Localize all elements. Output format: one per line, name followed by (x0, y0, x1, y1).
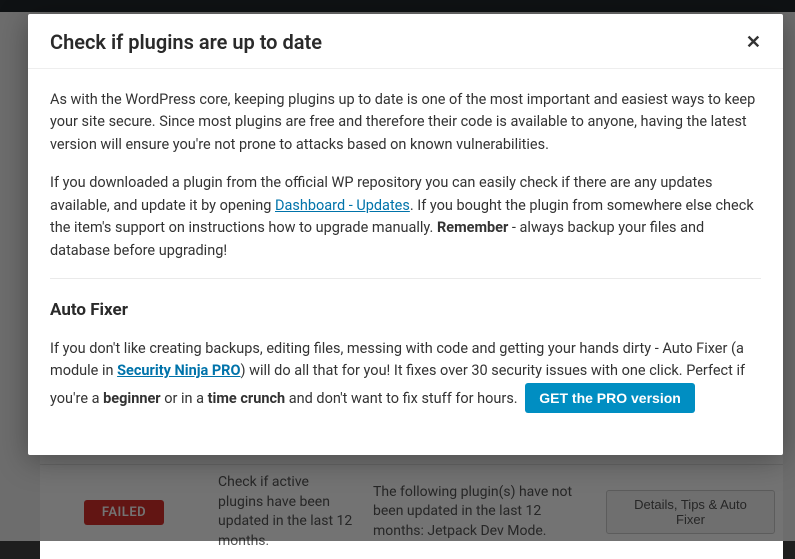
modal-body: As with the WordPress core, keeping plug… (28, 69, 783, 455)
auto-fixer-heading: Auto Fixer (50, 297, 761, 323)
security-ninja-pro-link[interactable]: Security Ninja PRO (117, 362, 240, 379)
text-fragment: and don't want to fix stuff for hours. (285, 390, 521, 407)
modal-paragraph: As with the WordPress core, keeping plug… (50, 89, 761, 156)
text-fragment: or in a (161, 390, 208, 407)
divider (50, 278, 761, 279)
emphasis: Remember (437, 219, 508, 236)
modal-title: Check if plugins are up to date (50, 30, 322, 54)
modal-header: Check if plugins are up to date ✕ (28, 14, 783, 69)
modal-dialog: Check if plugins are up to date ✕ As wit… (28, 14, 783, 455)
modal-paragraph: If you downloaded a plugin from the offi… (50, 172, 761, 262)
modal-paragraph: If you don't like creating backups, edit… (50, 338, 761, 413)
emphasis: beginner (103, 390, 161, 407)
get-pro-button[interactable]: GET the PRO version (525, 383, 695, 413)
dashboard-updates-link[interactable]: Dashboard - Updates (275, 197, 410, 214)
close-icon[interactable]: ✕ (746, 33, 761, 51)
emphasis: time crunch (208, 390, 286, 407)
